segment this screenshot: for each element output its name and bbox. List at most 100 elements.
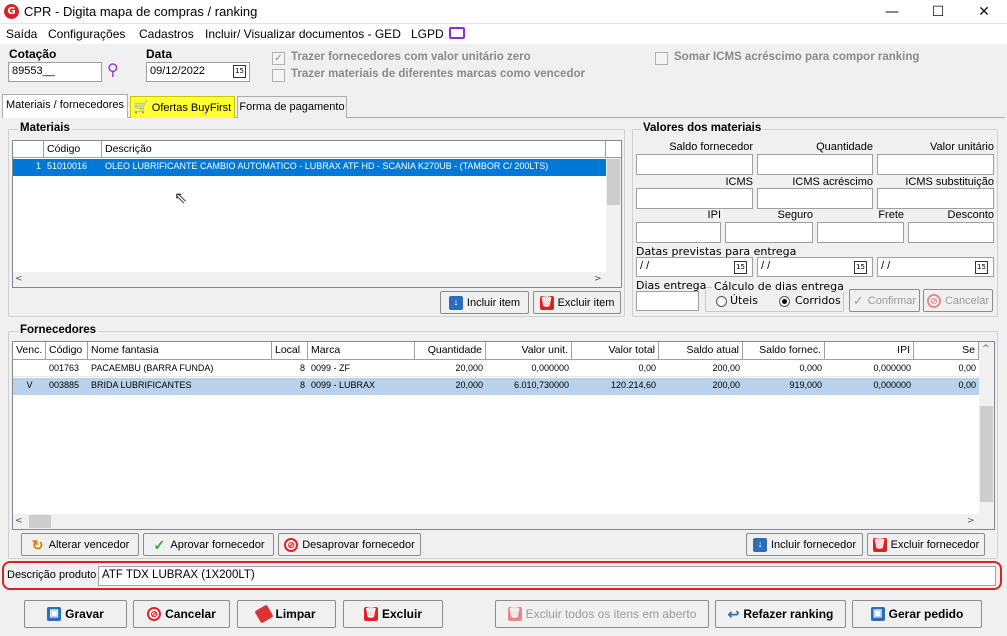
menu-cadastros[interactable]: Cadastros [139, 27, 194, 41]
ipi-label: IPI [707, 209, 721, 221]
scroll-thumb[interactable] [29, 515, 51, 528]
incluir-item-button[interactable]: ↓ Incluir item [440, 291, 529, 314]
scroll-up-icon[interactable]: ^ [982, 344, 990, 354]
saldo-input[interactable] [636, 154, 753, 175]
scroll-right-icon[interactable]: > [594, 274, 602, 284]
menu-lgpd[interactable]: LGPD [411, 27, 444, 41]
col-header-marca[interactable]: Marca [308, 342, 415, 360]
cell-valor-total: 120.214,60 [610, 380, 656, 390]
gravar-button[interactable]: ▣ Gravar [24, 600, 127, 628]
menu-ged[interactable]: Incluir/ Visualizar documentos - GED [205, 27, 401, 41]
limpar-button[interactable]: Limpar [237, 600, 336, 628]
radio-uteis[interactable] [716, 296, 727, 307]
cancelar-button[interactable]: ⊘ Cancelar [133, 600, 230, 628]
vertical-scrollbar[interactable]: ^ [979, 342, 994, 514]
close-button[interactable]: ✕ [961, 0, 1007, 24]
scroll-left-icon[interactable]: < [15, 516, 23, 526]
icms-substituicao-input[interactable] [877, 188, 994, 209]
col-header-saldo-atual[interactable]: Saldo atual [659, 342, 743, 360]
cell-quantidade: 20,000 [455, 363, 483, 373]
monitor-icon[interactable] [449, 27, 465, 39]
cancelar-valores-button[interactable]: ⊘ Cancelar [923, 289, 993, 312]
scroll-right-icon[interactable]: > [967, 516, 975, 526]
desconto-input[interactable] [908, 222, 994, 243]
excluir-item-button[interactable]: 🗑 Excluir item [533, 291, 621, 314]
col-header-codigo[interactable]: Código [44, 141, 102, 158]
valor-unitario-input[interactable] [877, 154, 994, 175]
maximize-button[interactable]: ☐ [915, 0, 961, 24]
alterar-vencedor-button[interactable]: ↻ Alterar vencedor [21, 533, 139, 556]
col-header-local[interactable]: Local [272, 342, 308, 360]
excluir-button[interactable]: 🗑 Excluir [343, 600, 443, 628]
col-header-saldo-fornec[interactable]: Saldo fornec. [743, 342, 825, 360]
tab-materiais-fornecedores[interactable]: Materiais / fornecedores [2, 94, 128, 118]
excluir-todos-button[interactable]: 🗑 Excluir todos os itens em aberto [495, 600, 709, 628]
cotacao-input[interactable]: 89553__ [8, 62, 102, 82]
calendar-icon[interactable]: 15 [854, 261, 867, 274]
icms-input[interactable] [636, 188, 753, 209]
checkbox-icms[interactable] [655, 52, 668, 65]
refazer-ranking-button[interactable]: ↩ Refazer ranking [715, 600, 846, 628]
cart-icon: 🛒 [133, 100, 149, 114]
confirmar-button[interactable]: ✓ Confirmar [849, 289, 920, 312]
frete-input[interactable] [817, 222, 904, 243]
calendar-icon[interactable]: 15 [975, 261, 988, 274]
trash-icon: 🗑 [872, 537, 887, 552]
col-header-num [13, 141, 44, 158]
materiais-legend: Materiais [18, 122, 72, 134]
checkbox-fornecedores[interactable]: ✓ [272, 52, 285, 65]
col-header-codigo[interactable]: Código [46, 342, 88, 360]
tab-forma-pagamento[interactable]: Forma de pagamento [237, 96, 347, 118]
refresh-icon: ↻ [31, 536, 44, 553]
col-header-valor-total[interactable]: Valor total [572, 342, 659, 360]
cell-se: 0,00 [958, 380, 976, 390]
scroll-left-icon[interactable]: < [15, 274, 23, 284]
icms-substituicao-label: ICMS substituição [905, 176, 994, 188]
materiais-grid[interactable]: Código Descrição 1 51010016 OLEO LUBRIFI… [12, 140, 622, 288]
gerar-pedido-button[interactable]: ▣ Gerar pedido [852, 600, 982, 628]
col-header-descricao[interactable]: Descrição [102, 141, 606, 158]
cell-nome: BRIDA LUBRIFICANTES [91, 380, 192, 390]
excluir-fornecedor-button[interactable]: 🗑 Excluir fornecedor [867, 533, 985, 556]
radio-corridos[interactable] [779, 296, 790, 307]
col-header-se[interactable]: Se [914, 342, 979, 360]
minimize-button[interactable]: — [869, 0, 915, 24]
eraser-icon [254, 604, 275, 624]
aprovar-fornecedor-button[interactable]: ✓ Aprovar fornecedor [143, 533, 274, 556]
quantidade-input[interactable] [757, 154, 873, 175]
checkbox-marcas[interactable] [272, 69, 285, 82]
calendar-icon[interactable]: 15 [233, 65, 246, 78]
excluir-item-label: Excluir item [557, 296, 615, 309]
scroll-thumb[interactable] [980, 406, 993, 502]
refazer-ranking-label: Refazer ranking [743, 607, 834, 621]
tab-ofertas-label: Ofertas BuyFirst [151, 102, 232, 114]
horizontal-scrollbar[interactable]: < > [13, 514, 994, 529]
table-row[interactable]: 001763 PACAEMBU (BARRA FUNDA) 8 0099 - Z… [13, 361, 979, 377]
dias-entrega-input[interactable] [636, 291, 699, 311]
table-row[interactable]: V 003885 BRIDA LUBRIFICANTES 8 0099 - LU… [13, 378, 979, 395]
col-header-quantidade[interactable]: Quantidade [415, 342, 486, 360]
icms-acrescimo-input[interactable] [757, 188, 873, 209]
col-header-nome[interactable]: Nome fantasia [88, 342, 272, 360]
cancelar-valores-label: Cancelar [944, 294, 990, 307]
seguro-input[interactable] [725, 222, 813, 243]
ipi-input[interactable] [636, 222, 721, 243]
desaprovar-fornecedor-button[interactable]: ⊘ Desaprovar fornecedor [278, 533, 421, 556]
vertical-scrollbar[interactable] [606, 158, 621, 272]
menu-saida[interactable]: Saída [6, 27, 37, 41]
col-header-ipi[interactable]: IPI [825, 342, 914, 360]
table-row[interactable]: 1 51010016 OLEO LUBRIFICANTE CAMBIO AUTO… [13, 159, 606, 176]
tab-ofertas-buyfirst[interactable]: 🛒 Ofertas BuyFirst [130, 96, 235, 118]
col-header-venc[interactable]: Venc. [13, 342, 46, 360]
menu-configuracoes[interactable]: Configurações [48, 27, 125, 41]
calendar-icon[interactable]: 15 [734, 261, 747, 274]
scroll-thumb[interactable] [607, 159, 620, 205]
fornecedores-grid[interactable]: Venc. Código Nome fantasia Local Marca Q… [12, 341, 995, 530]
icms-acrescimo-label: ICMS acréscimo [792, 176, 873, 188]
horizontal-scrollbar[interactable]: < > [13, 272, 621, 287]
incluir-fornecedor-button[interactable]: ↓ Incluir fornecedor [746, 533, 863, 556]
descricao-produto-input[interactable]: ATF TDX LUBRAX (1X200LT) [98, 566, 996, 586]
seguro-label: Seguro [777, 209, 813, 221]
search-icon[interactable]: ⚲ [107, 62, 123, 80]
col-header-valor-unit[interactable]: Valor unit. [486, 342, 572, 360]
